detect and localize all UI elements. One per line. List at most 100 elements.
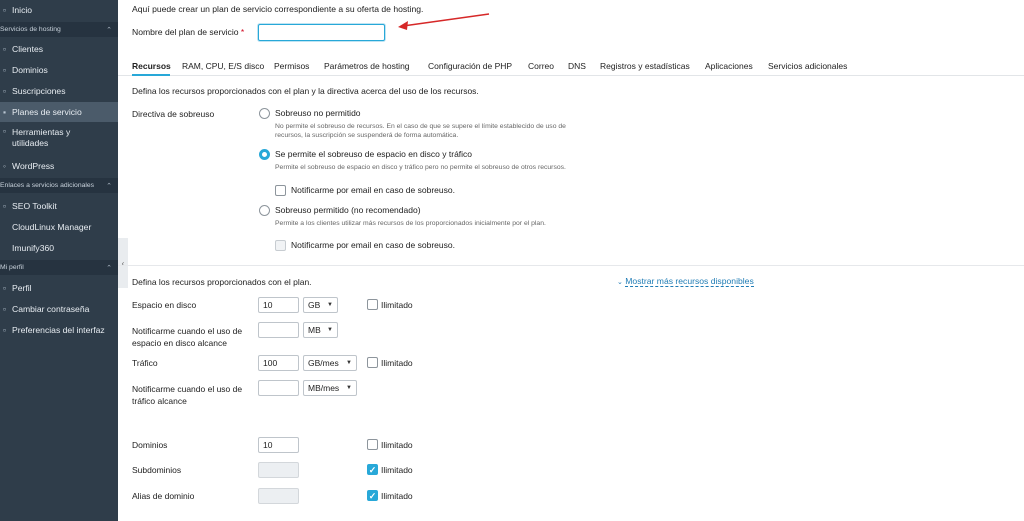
sidebar-item-imunify[interactable]: Imunify360 <box>0 238 118 258</box>
chevron-down-icon: ▼ <box>327 326 333 333</box>
users-icon: ▫ <box>2 44 7 54</box>
disk-unit-select[interactable]: GB ▼ <box>303 297 338 313</box>
tab-correo[interactable]: Correo <box>528 61 554 71</box>
sidebar-section-enlaces[interactable]: Enlaces a servicios adicionales ⌃ <box>0 178 118 193</box>
tab-ram-cpu[interactable]: RAM, CPU, E/S disco <box>182 61 264 71</box>
sidebar-item-wordpress[interactable]: ◦ WordPress <box>0 156 118 176</box>
sidebar-item-seo[interactable]: ▫ SEO Toolkit <box>0 196 118 216</box>
overuse-radio-allowed[interactable] <box>259 205 270 216</box>
subdomains-input[interactable] <box>258 462 299 478</box>
sidebar-item-label: Perfil <box>12 283 32 293</box>
overuse-label: Directiva de sobreuso <box>132 109 215 119</box>
checkmark-icon: ✓ <box>368 465 377 475</box>
home-icon: ▫ <box>2 5 7 15</box>
tab-configuracion-php[interactable]: Configuración de PHP <box>428 61 512 71</box>
sidebar-item-label: SEO Toolkit <box>12 201 57 211</box>
alias-input[interactable] <box>258 488 299 504</box>
tab-aplicaciones[interactable]: Aplicaciones <box>705 61 753 71</box>
chevron-up-icon: ⌃ <box>106 182 112 190</box>
traffic-unlimited-checkbox[interactable] <box>367 357 378 368</box>
chevron-down-icon: ▼ <box>327 301 333 308</box>
domains-unlimited-label: Ilimitado <box>381 440 413 450</box>
annotation-arrow-icon <box>398 13 490 30</box>
sidebar-item-label: Preferencias del interfaz <box>12 325 105 335</box>
overuse-opt3-notify-checkbox[interactable] <box>275 240 286 251</box>
sidebar-item-label: Inicio <box>12 5 33 15</box>
sidebar-item-perfil[interactable]: ▫ Perfil <box>0 278 118 298</box>
plan-name-label-text: Nombre del plan de servicio <box>132 27 239 37</box>
wordpress-icon: ◦ <box>2 161 7 171</box>
overuse-opt3-desc: Permite a los clientes utilizar más recu… <box>275 220 546 227</box>
chevron-up-icon: ⌃ <box>106 264 112 272</box>
sidebar-section-perfil[interactable]: Mi perfil ⌃ <box>0 260 118 275</box>
show-more-resources-text: Mostrar más recursos disponibles <box>625 276 754 287</box>
subdomains-unlimited-checkbox[interactable]: ✓ <box>367 464 378 475</box>
sidebar-item-dominios[interactable]: ▫ Dominios <box>0 60 118 80</box>
disk-input[interactable]: 10 <box>258 297 299 313</box>
overuse-opt2-label: Se permite el sobreuso de espacio en dis… <box>275 149 473 159</box>
traffic-notify-unit-select[interactable]: MB/mes ▼ <box>303 380 357 396</box>
tab-parametros-hosting[interactable]: Parámetros de hosting <box>324 61 410 71</box>
domains-input[interactable]: 10 <box>258 437 299 453</box>
sidebar-item-label: CloudLinux Manager <box>12 222 92 232</box>
sidebar-item-label: WordPress <box>12 161 55 171</box>
domains-unlimited-checkbox[interactable] <box>367 439 378 450</box>
disk-unit-value: GB <box>308 299 321 310</box>
section-label: Mi perfil <box>0 264 24 271</box>
disk-notify-label: Notificarme cuando el uso de espacio en … <box>132 326 243 348</box>
sidebar-item-herramientas[interactable]: ▫ Herramientas y utilidades <box>0 123 118 153</box>
disk-label: Espacio en disco <box>132 300 197 310</box>
blank-icon <box>1 244 8 252</box>
resources-intro: Defina los recursos proporcionados con e… <box>132 277 312 287</box>
show-more-resources-link[interactable]: ⌄ Mostrar más recursos disponibles <box>617 276 754 287</box>
disk-notify-unit-select[interactable]: MB ▼ <box>303 322 338 338</box>
preferences-icon: ▫ <box>2 325 7 335</box>
alias-unlimited-checkbox[interactable]: ✓ <box>367 490 378 501</box>
sidebar-item-label: Planes de servicio <box>12 107 82 117</box>
traffic-notify-input[interactable] <box>258 380 299 396</box>
chevron-up-icon: ⌃ <box>106 26 112 34</box>
plans-icon: ▪ <box>2 107 7 117</box>
plan-name-input[interactable] <box>258 24 385 41</box>
sidebar-item-cloudlinux[interactable]: CloudLinux Manager <box>0 217 118 237</box>
tools-icon: ▫ <box>2 125 7 136</box>
traffic-notify-label: Notificarme cuando el uso de tráfico alc… <box>132 384 243 406</box>
sidebar-item-clientes[interactable]: ▫ Clientes <box>0 39 118 59</box>
tab-dns[interactable]: DNS <box>568 61 586 71</box>
traffic-label: Tráfico <box>132 358 158 368</box>
tab-recursos[interactable]: Recursos <box>132 61 171 71</box>
overuse-intro: Defina los recursos proporcionados con e… <box>132 86 479 96</box>
sidebar-item-preferencias[interactable]: ▫ Preferencias del interfaz <box>0 320 118 340</box>
overuse-radio-not-allowed[interactable] <box>259 108 270 119</box>
plan-name-label: Nombre del plan de servicio * <box>132 27 244 37</box>
seo-icon: ▫ <box>2 201 7 211</box>
traffic-unlimited-label: Ilimitado <box>381 358 413 368</box>
active-tab-indicator <box>132 74 170 76</box>
disk-notify-input[interactable] <box>258 322 299 338</box>
sidebar-item-inicio[interactable]: ▫ Inicio <box>0 0 118 20</box>
sidebar-item-suscripciones[interactable]: ▫ Suscripciones <box>0 81 118 101</box>
tab-registros[interactable]: Registros y estadísticas <box>600 61 690 71</box>
tab-servicios-adicionales[interactable]: Servicios adicionales <box>768 61 847 71</box>
traffic-input[interactable]: 100 <box>258 355 299 371</box>
alias-label: Alias de dominio <box>132 491 195 501</box>
intro-text: Aquí puede crear un plan de servicio cor… <box>132 4 424 14</box>
traffic-unit-value: GB/mes <box>308 357 339 368</box>
sidebar-section-hosting[interactable]: Servicios de hosting ⌃ <box>0 22 118 37</box>
overuse-opt1-label: Sobreuso no permitido <box>275 108 361 118</box>
chevron-down-icon: ▼ <box>346 359 352 366</box>
disk-notify-unit-value: MB <box>308 324 321 335</box>
tab-permisos[interactable]: Permisos <box>274 61 309 71</box>
sidebar-collapse-handle[interactable]: ‹ <box>118 238 128 288</box>
overuse-radio-disk-traffic[interactable] <box>259 149 270 160</box>
traffic-unit-select[interactable]: GB/mes ▼ <box>303 355 357 371</box>
overuse-opt2-notify-checkbox[interactable] <box>275 185 286 196</box>
section-label: Enlaces a servicios adicionales <box>0 182 95 189</box>
domains-label: Dominios <box>132 440 168 450</box>
disk-unlimited-checkbox[interactable] <box>367 299 378 310</box>
disk-unlimited-label: Ilimitado <box>381 300 413 310</box>
sidebar-item-cambiar-pass[interactable]: ▫ Cambiar contraseña <box>0 299 118 319</box>
sidebar-item-planes[interactable]: ▪ Planes de servicio <box>0 102 118 122</box>
sidebar-item-label: Suscripciones <box>12 86 66 96</box>
subdomains-unlimited-label: Ilimitado <box>381 465 413 475</box>
